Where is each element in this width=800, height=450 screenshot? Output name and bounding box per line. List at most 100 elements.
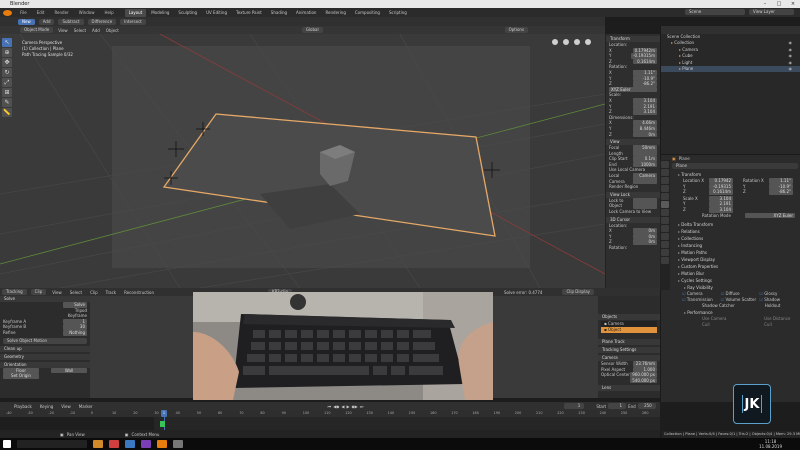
refine-dropdown[interactable]: Nothing [63, 329, 87, 336]
properties-tab-object-icon[interactable] [661, 201, 669, 208]
menu-help[interactable]: Help [99, 8, 118, 17]
tracking-mode-dropdown[interactable]: Tracking [2, 289, 27, 295]
solve-object-motion-button[interactable]: Solve Object Motion [3, 337, 87, 344]
properties-tab-particles-icon[interactable] [661, 217, 669, 224]
properties-tab-material-icon[interactable] [661, 249, 669, 256]
view-layer-selector[interactable]: View Layer [749, 9, 794, 15]
clip-menu-track[interactable]: Track [102, 290, 120, 295]
distance-cull-checkbox[interactable]: Use Distance Cull [764, 316, 798, 328]
3d-viewport[interactable] [0, 34, 605, 288]
section-relations[interactable]: Relations [672, 228, 798, 235]
render-region-checkbox[interactable]: Render Region [609, 184, 638, 190]
move-tool-icon[interactable]: ✥ [2, 58, 12, 67]
properties-tab-output-icon[interactable] [661, 169, 669, 176]
annotate-tool-icon[interactable]: ✎ [2, 98, 12, 107]
workspace-tab-rendering[interactable]: Rendering [321, 9, 349, 17]
rotation-z-field[interactable]: -86.2° [633, 81, 657, 87]
section-motion-blur[interactable]: Motion Blur [672, 270, 798, 277]
workspace-tab-shading[interactable]: Shading [267, 9, 291, 17]
minimize-button[interactable]: – [758, 0, 772, 8]
select-mode-difference[interactable]: Difference [87, 18, 117, 25]
workspace-tab-sculpting[interactable]: Sculpting [174, 9, 201, 17]
workspace-tab-animation[interactable]: Animation [292, 9, 320, 17]
plane-track-title[interactable]: Plane Track [598, 339, 660, 345]
ray-visibility-section[interactable]: Ray Visibility [672, 284, 798, 291]
menu-window[interactable]: Window [74, 8, 100, 17]
properties-tab-scene-icon[interactable] [661, 185, 669, 192]
prop-rotation-field[interactable]: -86.2° [769, 189, 793, 195]
clip-menu-select[interactable]: Select [66, 290, 86, 295]
timeline-menu-marker[interactable]: Marker [75, 404, 97, 409]
timeline-menu-playback[interactable]: Playback [10, 404, 36, 409]
location-z-field[interactable]: 0.1614m [633, 58, 657, 65]
viewport-menu-select[interactable]: Select [71, 28, 89, 33]
timeline[interactable]: -40 -30 -20 -10 0 10 20 30 40 50 60 70 80 90 100 110 120… [0, 410, 660, 430]
workspace-tab-texture-paint[interactable]: Texture Paint [232, 9, 266, 17]
rotation-x-field[interactable]: 1.11° [633, 69, 657, 76]
camera-cull-checkbox[interactable]: Use Camera Cull [702, 316, 734, 328]
clip-menu-view[interactable]: View [48, 290, 66, 295]
view-field-value[interactable]: 50mm [633, 145, 657, 157]
wall-button[interactable]: Wall [51, 367, 87, 374]
section-custom-properties[interactable]: Custom Properties [672, 263, 798, 270]
workspace-tab-scripting[interactable]: Scripting [385, 9, 411, 17]
section-delta-transform[interactable]: Delta Transform [672, 221, 798, 228]
properties-tab-constraints-icon[interactable] [661, 233, 669, 240]
location-y-field[interactable]: -0.19315m [631, 53, 657, 59]
workspace-tab-layout[interactable]: Layout [124, 8, 147, 17]
prev-key-icon[interactable]: ◀◆ [332, 404, 340, 409]
transform-section[interactable]: Transform [672, 171, 798, 178]
scale-tool-icon[interactable]: ⤢ [2, 78, 12, 87]
dimensions-y-field[interactable]: 8.446m [633, 125, 657, 132]
properties-tab-physics-icon[interactable] [661, 225, 669, 232]
keyframe-marker[interactable] [160, 421, 165, 427]
next-key-icon[interactable]: ◆▶ [351, 404, 359, 409]
section-motion-paths[interactable]: Motion Paths [672, 249, 798, 256]
properties-tab-world-icon[interactable] [661, 193, 669, 200]
prop-rotation-field[interactable]: 1.11° [769, 178, 793, 184]
tracking-settings-title[interactable]: Tracking Settings [598, 347, 660, 353]
sensor-width-field[interactable]: 23.76mm [633, 361, 657, 367]
rotate-tool-icon[interactable]: ↻ [2, 68, 12, 77]
set-origin-button[interactable]: Set Origin [3, 373, 39, 379]
properties-tab-view-layer-icon[interactable] [661, 177, 669, 184]
end-frame-field[interactable]: 250 [637, 403, 656, 409]
section-instancing[interactable]: Instancing [672, 242, 798, 249]
frame-ruler[interactable]: -40 -30 -20 -10 0 10 20 30 40 50 60 70 80 90 100 110 120… [0, 410, 660, 417]
menu-edit[interactable]: Edit [32, 8, 50, 17]
properties-tab-texture-icon[interactable] [661, 257, 669, 264]
lock-object-field[interactable] [633, 197, 657, 210]
dimensions-z-field[interactable]: 0m [633, 131, 657, 138]
taskbar-search-input[interactable] [17, 440, 87, 448]
menu-file[interactable]: File [15, 8, 32, 17]
clock[interactable]: 11:18 11.08.2019 [759, 439, 782, 449]
select-mode-new[interactable]: New [18, 18, 35, 25]
section-viewport-display[interactable]: Viewport Display [672, 256, 798, 263]
select-tool-icon[interactable]: ↖ [2, 38, 12, 47]
properties-tab-render-icon[interactable] [661, 161, 669, 168]
workspace-tab-uv-editing[interactable]: UV Editing [202, 9, 231, 17]
prop-location-field[interactable]: 0.17942 [709, 178, 733, 184]
viewport-menu-object[interactable]: Object [103, 28, 122, 33]
app2-icon[interactable] [173, 440, 183, 448]
clip-view-dropdown[interactable]: Clip [30, 289, 47, 295]
scale-z-field[interactable]: 3.104 [633, 109, 657, 115]
geometry-panel-title[interactable]: Geometry [0, 353, 90, 360]
timeline-menu-keying[interactable]: Keying [36, 404, 57, 409]
blender-taskbar-icon[interactable] [157, 440, 167, 448]
transform-tool-icon[interactable]: ⊞ [2, 88, 12, 97]
lens-panel-title[interactable]: Lens [598, 385, 660, 392]
select-mode-intersect[interactable]: Intersect [120, 18, 146, 25]
tracking-object-object[interactable]: ▪ Object [601, 327, 657, 333]
select-mode-subtract[interactable]: Subtract [58, 18, 84, 25]
transform-orientation-dropdown[interactable]: Global [301, 27, 323, 33]
jump-end-icon[interactable]: ⏭ [359, 404, 365, 409]
optical-center-x-field[interactable]: 960.000 px [630, 372, 657, 378]
current-frame-field[interactable]: 1 [564, 403, 585, 409]
properties-rotation-mode-dropdown[interactable]: XYZ Euler [745, 212, 795, 219]
blender-logo-icon[interactable] [3, 9, 12, 16]
maximize-button[interactable]: □ [772, 0, 786, 8]
prop-location-field[interactable]: 0.1614m [709, 189, 733, 195]
clip-display-dropdown[interactable]: Clip Display [562, 289, 595, 295]
object-mode-dropdown[interactable]: Object Mode [20, 27, 54, 33]
